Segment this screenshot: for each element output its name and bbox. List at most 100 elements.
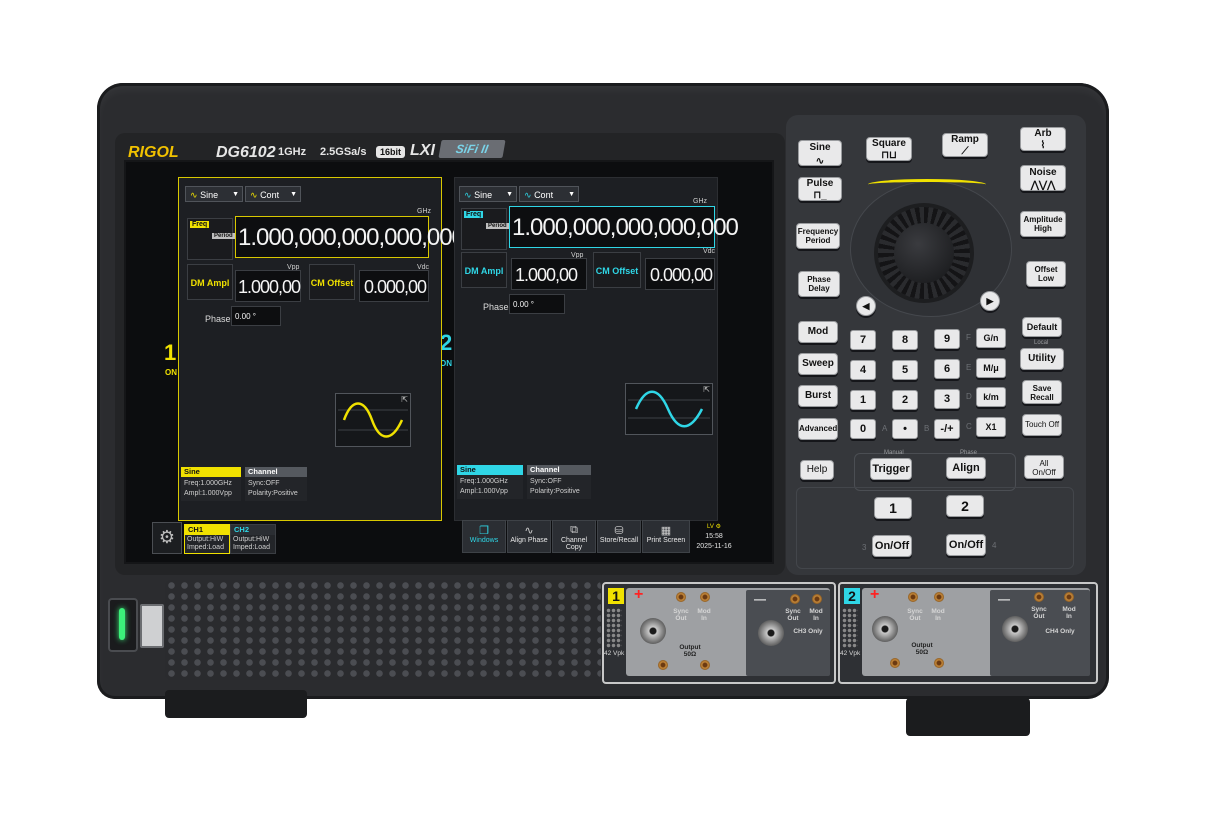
digit-9-key[interactable]: 9 xyxy=(934,329,960,349)
ch1-phase-value[interactable]: 0.00 ° xyxy=(231,306,281,326)
digit-5-key[interactable]: 5 xyxy=(892,360,918,380)
ch1-ampl-value[interactable]: 1.000,00 xyxy=(235,270,301,302)
align-key[interactable]: Align xyxy=(946,457,986,479)
frequency-period-key[interactable]: Frequency Period xyxy=(796,223,840,249)
unit-k-m-key[interactable]: k/m xyxy=(976,387,1006,407)
output-vent xyxy=(606,608,622,648)
ch2-mode-select[interactable]: ∿ Cont ▼ xyxy=(519,186,579,202)
arb-key[interactable]: Arb ⌇ xyxy=(1020,127,1066,151)
arrow-left-icon: ◀ xyxy=(862,301,870,311)
mod-key[interactable]: Mod xyxy=(798,321,838,343)
ch2-wave-info[interactable]: Sine Freq:1.000GHz Ampl:1.000Vpp xyxy=(457,465,523,499)
ch1-output-on-off-key[interactable]: On/Off xyxy=(872,535,912,557)
unit-x1-key[interactable]: X1 xyxy=(976,417,1006,437)
power-button[interactable] xyxy=(108,598,138,652)
digit-3-key[interactable]: 3 xyxy=(934,389,960,409)
ramp-key[interactable]: Ramp ⟋ xyxy=(942,133,988,157)
digit-4-key[interactable]: 4 xyxy=(850,360,876,380)
ch2-ampl-label[interactable]: DM Ampl xyxy=(461,252,507,288)
ch1-offset-value[interactable]: 0.000,00 xyxy=(359,270,429,302)
ch1-channel-info[interactable]: Channel Sync:OFF Polarity:Positive xyxy=(245,467,307,501)
rotary-knob[interactable] xyxy=(878,207,970,299)
expand-icon[interactable]: ⇱ xyxy=(703,385,710,394)
softkey-windows[interactable]: ❐ Windows xyxy=(462,520,506,553)
phase-delay-key[interactable]: Phase Delay xyxy=(798,271,840,297)
channel-1-select-key[interactable]: 1 xyxy=(874,497,912,519)
utility-key[interactable]: Utility xyxy=(1020,348,1064,370)
output-post[interactable] xyxy=(890,658,900,668)
ch2-ampl-value[interactable]: 1.000,00 xyxy=(511,258,587,290)
mod-post[interactable] xyxy=(700,592,710,602)
square-key[interactable]: Square ⊓⊔ xyxy=(866,137,912,161)
ch2-phase-value[interactable]: 0.00 ° xyxy=(509,294,565,314)
ch2-status[interactable]: CH2 Output:HiW Imped:Load xyxy=(230,524,276,554)
ch3-bnc[interactable] xyxy=(758,620,784,646)
ch1-freq-value[interactable]: 1.000,000,000,000,000 xyxy=(235,216,465,258)
ch1-waveform-preview[interactable]: ⇱ xyxy=(335,393,411,447)
ch2-offset-label[interactable]: CM Offset xyxy=(593,252,641,288)
right-arrow-key[interactable]: ▶ xyxy=(980,291,1000,311)
output-post[interactable] xyxy=(658,660,668,670)
noise-key[interactable]: Noise ⋀⋁⋀ xyxy=(1020,165,1066,191)
digit-1-key[interactable]: 1 xyxy=(850,390,876,410)
ch2-output-on-off-key[interactable]: On/Off xyxy=(946,534,986,556)
ch2-positive-bnc[interactable] xyxy=(872,616,898,642)
home-gear-icon[interactable]: ⚙ xyxy=(152,522,182,554)
pulse-key[interactable]: Pulse ⊓_ xyxy=(798,177,842,201)
digit-6-key[interactable]: 6 xyxy=(934,359,960,379)
usb-port[interactable] xyxy=(140,604,164,648)
trigger-key[interactable]: Trigger xyxy=(870,458,912,480)
softkey-align-phase[interactable]: ∿ Align Phase xyxy=(507,520,551,553)
all-on-off-key[interactable]: All On/Off xyxy=(1024,455,1064,479)
unit-g-n-key[interactable]: G/n xyxy=(976,328,1006,348)
digit-0-key[interactable]: 0 xyxy=(850,419,876,439)
ch2-offset-value[interactable]: 0.000,00 xyxy=(645,258,715,290)
touch-off-key[interactable]: Touch Off xyxy=(1022,414,1062,436)
burst-key[interactable]: Burst xyxy=(798,385,838,407)
offset-low-key[interactable]: Offset Low xyxy=(1026,261,1066,287)
sine-key[interactable]: Sine ∿ xyxy=(798,140,842,167)
left-arrow-key[interactable]: ◀ xyxy=(856,296,876,316)
ch2-wave-select[interactable]: ∿ Sine ▼ xyxy=(459,186,517,202)
ch2-freq-period-toggle[interactable]: Freq Period xyxy=(461,208,509,250)
sign-key[interactable]: -/+ xyxy=(934,419,960,439)
output-post[interactable] xyxy=(700,660,710,670)
mod-post[interactable] xyxy=(812,594,822,604)
ch2-freq-value[interactable]: 1.000,000,000,000,000 xyxy=(509,206,739,248)
save-recall-key[interactable]: Save Recall xyxy=(1022,380,1062,404)
default-key[interactable]: Default xyxy=(1022,317,1062,337)
advanced-key[interactable]: Advanced xyxy=(798,418,838,440)
softkey-print-screen[interactable]: ▦ Print Screen xyxy=(642,520,690,553)
ch2-waveform-preview[interactable]: ⇱ xyxy=(625,383,713,435)
ch1-mode-select[interactable]: ∿ Cont ▼ xyxy=(245,186,301,202)
ch2-channel-info[interactable]: Channel Sync:OFF Polarity:Positive xyxy=(527,465,591,499)
ch1-ampl-label[interactable]: DM Ampl xyxy=(187,264,233,300)
sync-post[interactable] xyxy=(790,594,800,604)
output-post[interactable] xyxy=(934,658,944,668)
softkey-channel-copy[interactable]: ⧉ Channel Copy xyxy=(552,520,596,553)
digit-8-key[interactable]: 8 xyxy=(892,330,918,350)
ch1-wave-info[interactable]: Sine Freq:1.000GHz Ampl:1.000Vpp xyxy=(181,467,241,501)
ch1-status[interactable]: CH1 Output:HiW Imped:Load xyxy=(184,524,230,554)
expand-icon[interactable]: ⇱ xyxy=(401,395,408,404)
mod-post[interactable] xyxy=(1064,592,1074,602)
mod-post[interactable] xyxy=(934,592,944,602)
digit-7-key[interactable]: 7 xyxy=(850,330,876,350)
ch1-indicator[interactable]: 1 xyxy=(164,340,176,366)
decimal-point-key[interactable]: • xyxy=(892,419,918,439)
ch1-wave-select[interactable]: ∿ Sine ▼ xyxy=(185,186,243,202)
ch1-offset-label[interactable]: CM Offset xyxy=(309,264,355,300)
sync-post[interactable] xyxy=(1034,592,1044,602)
help-key[interactable]: Help xyxy=(800,460,834,480)
unit-m-u-key[interactable]: M/μ xyxy=(976,358,1006,378)
touch-screen[interactable]: 1 ON 2 ON ∿ Sine ▼ ∿ Cont ▼ Freq Period GH… xyxy=(124,160,774,564)
softkey-store-recall[interactable]: ⛁ Store/Recall xyxy=(597,520,641,553)
digit-2-key[interactable]: 2 xyxy=(892,390,918,410)
sync-post[interactable] xyxy=(676,592,686,602)
sweep-key[interactable]: Sweep xyxy=(798,353,838,375)
channel-2-select-key[interactable]: 2 xyxy=(946,495,984,517)
amplitude-high-key[interactable]: Amplitude High xyxy=(1020,211,1066,237)
ch1-positive-bnc[interactable] xyxy=(640,618,666,644)
sync-post[interactable] xyxy=(908,592,918,602)
ch1-freq-period-toggle[interactable]: Freq Period xyxy=(187,218,235,260)
